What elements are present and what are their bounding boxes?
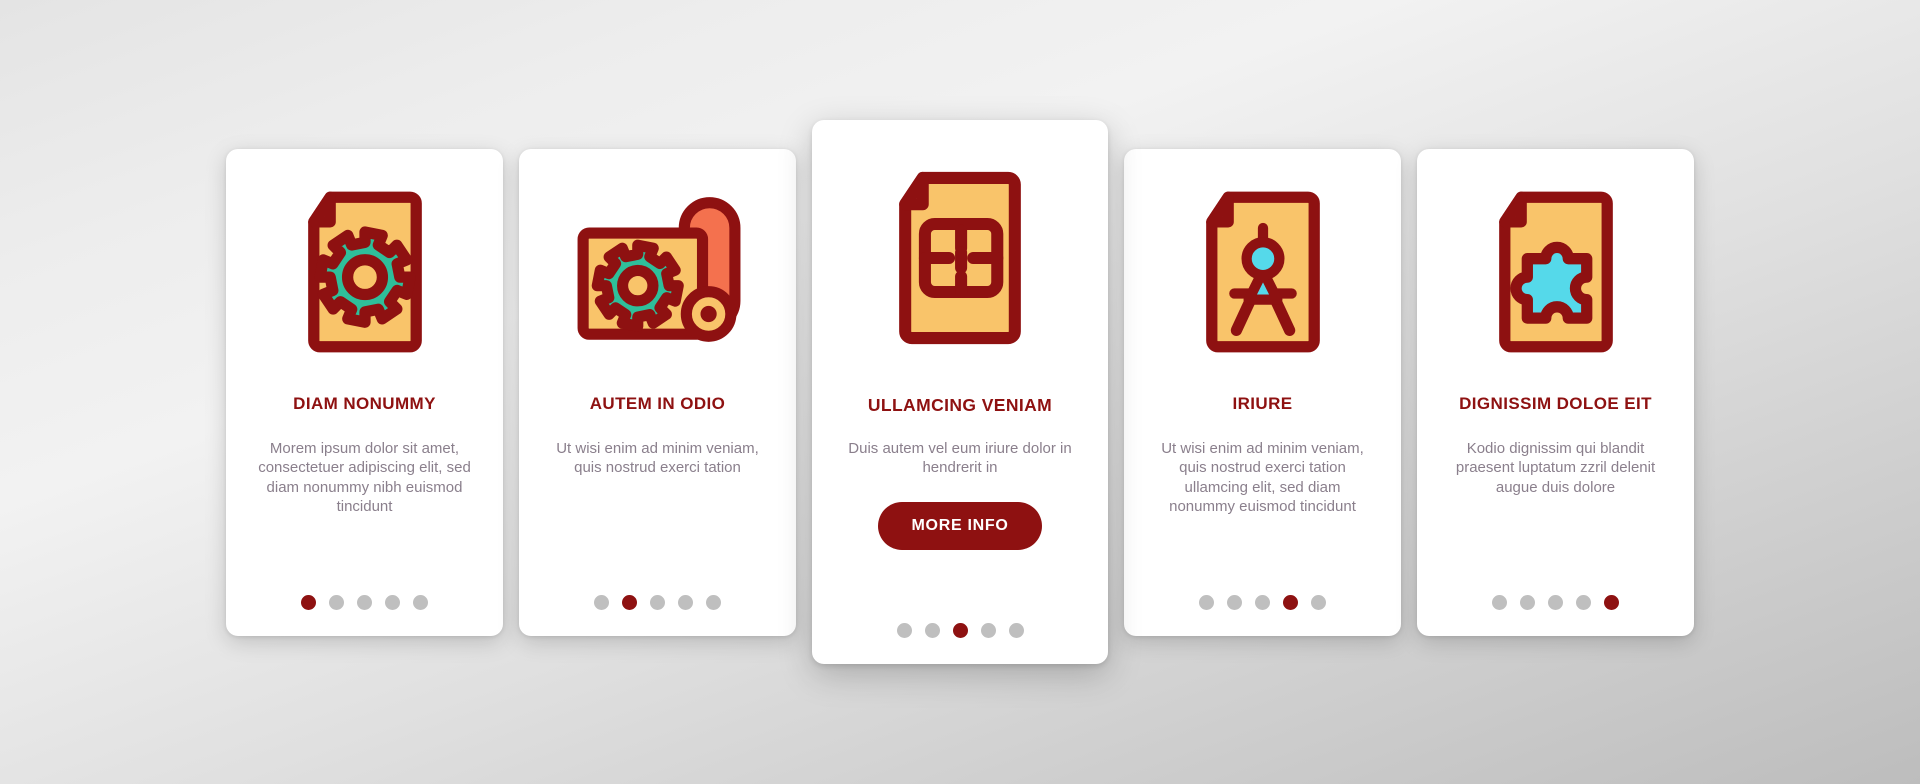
more-info-button[interactable]: MORE INFO (877, 501, 1043, 550)
pagination-dot-2[interactable] (1520, 594, 1535, 610)
pagination-dot-5[interactable] (1311, 594, 1326, 610)
document-puzzle-icon-wrap (1417, 149, 1694, 395)
document-puzzle-icon (1498, 191, 1613, 352)
card-autem-in-odio[interactable]: AUTEM IN ODIO Ut wisi enim ad minim venia… (519, 148, 796, 636)
pagination-dots (226, 594, 503, 610)
pagination-dot-1[interactable] (594, 594, 609, 610)
card-carousel: DIAM NONUMMY Morem ipsum dolor sit amet, … (226, 120, 1694, 664)
pagination-dot-4[interactable] (980, 623, 996, 638)
pagination-dot-5[interactable] (1008, 623, 1024, 638)
blueprint-roll-gear-icon (577, 197, 740, 342)
pagination-dot-3-active[interactable] (952, 623, 968, 638)
pagination-dot-3[interactable] (650, 594, 665, 610)
pagination-dots (812, 623, 1108, 638)
pagination-dot-4[interactable] (1576, 594, 1591, 610)
pagination-dot-1[interactable] (1199, 594, 1214, 610)
card-description: Kodio dignissim qui blandit praesent lup… (1455, 440, 1656, 496)
card-description: Duis autem vel eum iriure dolor in hendr… (848, 440, 1072, 477)
pagination-dot-1-active[interactable] (301, 594, 316, 610)
card-title: ULLAMCING VENIAM (867, 395, 1053, 415)
card-description: Ut wisi enim ad minim veniam, quis nostr… (556, 440, 759, 477)
onboarding-screens-stage: DIAM NONUMMY Morem ipsum dolor sit amet, … (0, 0, 1920, 784)
card-title: DIAM NONUMMY (293, 393, 436, 413)
pagination-dot-3[interactable] (1255, 594, 1270, 610)
card-dignissim-doloe-eit[interactable]: DIGNISSIM DOLOE EIT Kodio dignissim qui b… (1417, 148, 1694, 636)
pagination-dot-3[interactable] (1548, 594, 1563, 610)
pagination-dot-4-active[interactable] (1283, 594, 1298, 610)
card-iriure[interactable]: IRIURE Ut wisi enim ad minim veniam, quis… (1124, 148, 1401, 636)
pagination-dot-4[interactable] (678, 594, 693, 610)
pagination-dot-5[interactable] (413, 594, 428, 610)
pagination-dots (1124, 594, 1401, 610)
card-description: Morem ipsum dolor sit amet, consectetuer… (258, 440, 471, 515)
pagination-dot-2[interactable] (329, 594, 344, 610)
document-gear-icon (307, 191, 422, 352)
pagination-dot-5[interactable] (706, 594, 721, 610)
document-compass-icon (1205, 191, 1320, 352)
pagination-dots (1417, 594, 1694, 610)
document-compass-icon-wrap (1124, 149, 1401, 395)
pagination-dot-2-active[interactable] (622, 594, 637, 610)
pagination-dots (519, 594, 796, 610)
card-description: Ut wisi enim ad minim veniam, quis nostr… (1161, 440, 1364, 515)
card-title: DIGNISSIM DOLOE EIT (1459, 393, 1652, 413)
card-ullamcing-veniam[interactable]: ULLAMCING VENIAM Duis autem vel eum iriur… (812, 120, 1108, 664)
pagination-dot-2[interactable] (924, 623, 940, 638)
card-title: AUTEM IN ODIO (589, 393, 726, 413)
card-title: IRIURE (1232, 393, 1293, 413)
pagination-dot-2[interactable] (1227, 594, 1242, 610)
pagination-dot-1[interactable] (896, 623, 912, 638)
pagination-dot-4[interactable] (385, 594, 400, 610)
card-diam-nonummy[interactable]: DIAM NONUMMY Morem ipsum dolor sit amet, … (226, 148, 503, 636)
blueprint-roll-gear-icon-wrap (519, 149, 796, 395)
pagination-dot-3[interactable] (357, 594, 372, 610)
document-gear-icon-wrap (226, 149, 503, 395)
pagination-dot-1[interactable] (1492, 594, 1507, 610)
document-floorplan-icon-wrap (812, 120, 1108, 396)
document-floorplan-icon (899, 171, 1021, 345)
pagination-dot-5-active[interactable] (1604, 594, 1619, 610)
